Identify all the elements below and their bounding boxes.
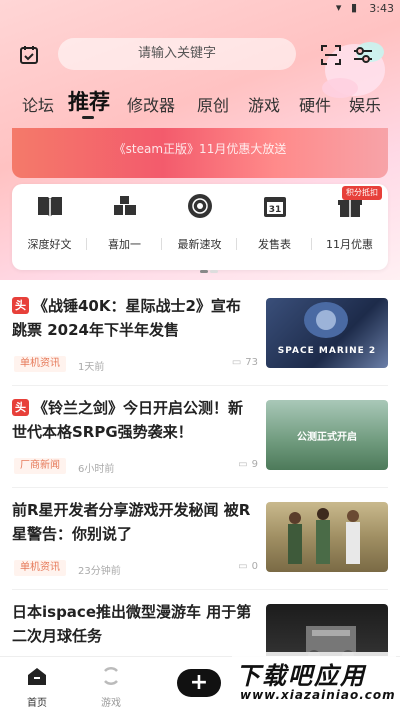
quick-action-november-deals[interactable]: 11月优惠	[312, 192, 387, 262]
tab-forum[interactable]: 论坛	[22, 92, 54, 116]
status-icons: ▾ ▮	[335, 1, 360, 14]
news-title-text: 前R星开发者分享游戏开发秘闻 被R星警告：你别说了	[12, 501, 251, 543]
checkin-icon[interactable]	[18, 44, 40, 66]
settings-sliders-icon[interactable]	[352, 44, 374, 66]
comment-icon: ▭	[231, 357, 242, 368]
nav-games-label: 游戏	[101, 698, 121, 709]
news-meta: 单机资讯 23分钟前 ▭ 0	[14, 560, 258, 577]
quick-actions-pagination	[200, 258, 220, 273]
thumbnail-text: 公测正式开启	[297, 432, 357, 443]
tab-games[interactable]: 游戏	[248, 92, 280, 116]
news-title: 日本ispace推出微型漫游车 用于第二次月球任务	[12, 600, 254, 648]
quick-action-label: 深度好文	[27, 238, 72, 251]
news-title: 头《战锤40K：星际战士2》宣布跳票 2024年下半年发售	[12, 294, 254, 342]
banner-pagination	[170, 166, 226, 170]
category-tag: 单机资讯	[14, 560, 66, 576]
comment-count: ▭ 9	[238, 459, 258, 470]
news-thumbnail	[266, 502, 388, 572]
promo-banner[interactable]: 《steam正版》11月优惠大放送	[12, 128, 388, 178]
calendar-icon: 31	[264, 197, 286, 217]
status-bar: ▾ ▮ 3:43	[0, 0, 400, 18]
quick-action-label: 最新速攻	[177, 238, 222, 251]
svg-text:31: 31	[269, 205, 282, 215]
watermark-url: www.xiazainiao.com	[240, 688, 396, 702]
news-item[interactable]: 前R星开发者分享游戏开发秘闻 被R星警告：你别说了 单机资讯 23分钟前 ▭ 0	[0, 488, 400, 590]
tab-original[interactable]: 原创	[197, 92, 229, 116]
news-title-text: 《铃兰之剑》今日开启公测！新世代本格SRPG强势袭来！	[12, 399, 244, 441]
tab-hardware[interactable]: 硬件	[299, 92, 331, 116]
comment-count: ▭ 0	[238, 561, 258, 572]
active-tab-indicator	[82, 116, 94, 119]
news-thumbnail: SPACE MARINE 2	[266, 298, 388, 368]
blocks-icon	[114, 196, 136, 215]
home-icon	[28, 668, 46, 685]
disc-icon	[188, 194, 212, 218]
quick-action-deep-articles[interactable]: 深度好文	[12, 192, 87, 262]
category-tag: 厂商新闻	[14, 458, 66, 474]
nav-home-label: 首页	[27, 698, 47, 709]
quick-actions-card: 深度好文 喜加一 最新速攻 31 发售表 11月优惠 积分抵扣	[12, 184, 388, 273]
time-ago: 6小时前	[78, 464, 115, 475]
tab-recommend[interactable]: 推荐	[68, 86, 110, 116]
nav-home[interactable]: 首页	[17, 665, 57, 709]
news-title: 头《铃兰之剑》今日开启公测！新世代本格SRPG强势袭来！	[12, 396, 254, 444]
time-ago: 23分钟前	[78, 566, 121, 577]
nav-games[interactable]: 游戏	[91, 665, 131, 709]
headline-badge: 头	[12, 399, 29, 416]
banner-text: 《steam正版》11月优惠大放送	[113, 142, 287, 156]
search-input[interactable]: 请输入关键字	[58, 38, 296, 70]
games-icon	[104, 667, 118, 685]
time-ago: 1天前	[78, 362, 105, 373]
headline-badge: 头	[12, 297, 29, 314]
top-bar: 请输入关键字	[0, 38, 400, 72]
quick-action-guides[interactable]: 最新速攻	[162, 192, 237, 262]
category-tag: 单机资讯	[14, 356, 66, 372]
news-title-text: 《战锤40K：星际战士2》宣布跳票 2024年下半年发售	[12, 297, 241, 339]
comment-count-value: 73	[245, 357, 258, 368]
watermark-title: 下载吧应用	[236, 662, 366, 690]
news-item[interactable]: 头《铃兰之剑》今日开启公测！新世代本格SRPG强势袭来！ 厂商新闻 6小时前 ▭…	[0, 386, 400, 488]
scan-icon[interactable]	[320, 44, 342, 66]
quick-action-release-schedule[interactable]: 31 发售表	[237, 192, 312, 262]
news-title-text: 日本ispace推出微型漫游车 用于第二次月球任务	[12, 603, 252, 645]
comment-count-value: 0	[251, 561, 258, 572]
book-icon	[38, 197, 62, 217]
app-screen: ▾ ▮ 3:43 请输入关键字 论坛 推荐 修改器 原创 游戏 硬件 娱乐 《s…	[0, 0, 400, 712]
comment-count: ▭ 73	[232, 357, 258, 368]
status-time: 3:43	[369, 2, 394, 15]
points-badge: 积分抵扣	[342, 186, 382, 200]
thumbnail-text: SPACE MARINE 2	[277, 346, 377, 356]
comment-icon: ▭	[238, 561, 248, 572]
news-thumbnail: 公测正式开启	[266, 400, 388, 470]
quick-action-label: 11月优惠	[326, 238, 373, 251]
category-tabs: 论坛 推荐 修改器 原创 游戏 硬件 娱乐	[0, 86, 400, 122]
quick-action-label: 喜加一	[108, 238, 141, 251]
quick-action-label: 发售表	[258, 238, 291, 251]
news-title: 前R星开发者分享游戏开发秘闻 被R星警告：你别说了	[12, 498, 254, 546]
tab-entertainment[interactable]: 娱乐	[349, 92, 381, 116]
news-item[interactable]: 头《战锤40K：星际战士2》宣布跳票 2024年下半年发售 单机资讯 1天前 ▭…	[0, 284, 400, 386]
quick-action-free-games[interactable]: 喜加一	[87, 192, 162, 262]
comment-icon: ▭	[238, 459, 248, 470]
watermark: 下载吧应用 www.xiazainiao.com	[232, 652, 396, 710]
tab-trainer[interactable]: 修改器	[127, 92, 175, 116]
plus-icon: +	[189, 670, 209, 695]
news-meta: 厂商新闻 6小时前 ▭ 9	[14, 458, 258, 475]
comment-count-value: 9	[251, 459, 258, 470]
news-meta: 单机资讯 1天前 ▭ 73	[14, 356, 258, 373]
create-post-button[interactable]: +	[177, 669, 221, 697]
